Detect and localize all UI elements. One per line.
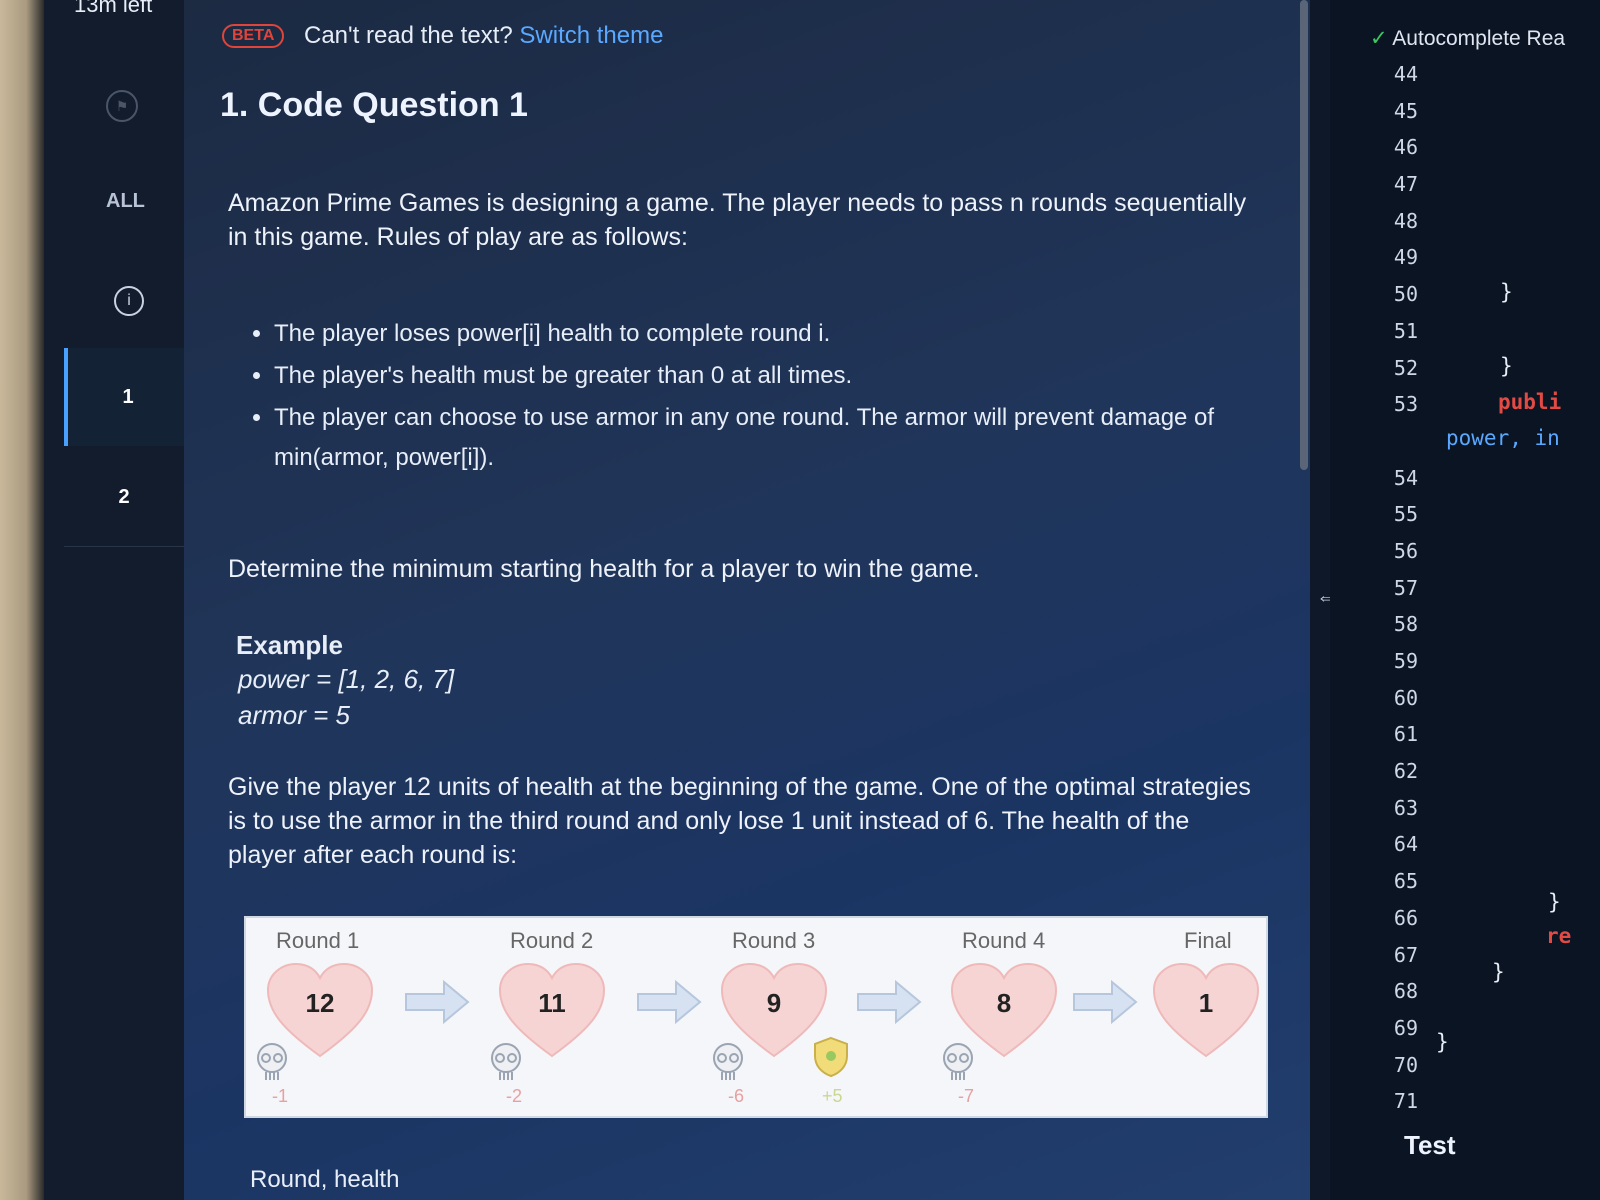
explain-line-1: Give the player 12 units of health at th… — [228, 773, 1251, 801]
health-value: 11 — [538, 988, 566, 1018]
line-number: 65 — [1393, 869, 1418, 894]
skull-icon — [491, 1043, 521, 1080]
beta-badge: BETA — [222, 24, 285, 48]
line-number: 57 — [1393, 575, 1418, 600]
line-number: 46 — [1393, 135, 1418, 160]
line-number: 49 — [1393, 245, 1418, 270]
timer-text: 13m left — [74, 0, 153, 17]
code-token: } — [1548, 890, 1561, 914]
line-number: 62 — [1393, 759, 1418, 784]
line-number: 55 — [1393, 502, 1418, 527]
damage-value: -7 — [958, 1086, 975, 1106]
line-number: 48 — [1393, 208, 1418, 233]
task-text: Determine the minimum starting health fo… — [228, 555, 980, 583]
line-number: 68 — [1393, 979, 1418, 1004]
intro-line-1: Amazon Prime Games is designing a game. … — [228, 189, 1247, 217]
round-health-label: Round, health — [250, 1166, 400, 1193]
line-number: 66 — [1393, 905, 1418, 930]
round-label: Round 2 — [510, 928, 594, 953]
line-number: 45 — [1393, 98, 1418, 123]
question-sidebar: 13m left ⚑ ALL i 1 2 — [44, 0, 188, 1200]
line-number: 64 — [1393, 832, 1418, 857]
damage-value: -2 — [506, 1086, 523, 1106]
damage-value: -6 — [728, 1086, 745, 1106]
theme-hint: Can't read the text? Switch theme — [304, 22, 663, 50]
line-number: 61 — [1393, 722, 1418, 747]
question-title: 1. Code Question 1 — [220, 86, 528, 124]
line-number: 58 — [1393, 612, 1418, 637]
line-number: 54 — [1393, 465, 1418, 490]
arrow-right-icon — [405, 980, 470, 1024]
health-value: 1 — [1198, 988, 1214, 1018]
switch-theme-link[interactable]: Switch theme — [519, 22, 663, 49]
autocomplete-toggle[interactable]: ✓ Autocomplete Rea — [1370, 26, 1565, 51]
line-number: 63 — [1393, 795, 1418, 820]
code-token: } — [1492, 960, 1505, 984]
intro-line-2: in this game. Rules of play are as follo… — [228, 223, 688, 251]
monitor-bezel — [0, 0, 44, 1200]
skull-icon — [713, 1043, 743, 1080]
code-editor[interactable]: ✓ Autocomplete Rea 44 45 46 47 48 49 50 … — [1330, 0, 1600, 1200]
health-value: 8 — [996, 988, 1012, 1018]
question-panel: BETA Can't read the text? Switch theme 1… — [184, 0, 1310, 1200]
line-number: 56 — [1393, 538, 1418, 563]
info-icon[interactable]: i — [114, 286, 144, 316]
code-token: power, in — [1446, 426, 1560, 450]
round-label: Round 4 — [962, 928, 1046, 953]
question-1-tab[interactable]: 1 — [64, 348, 188, 446]
autocomplete-label: Autocomplete Rea — [1392, 27, 1566, 50]
code-token: } — [1500, 280, 1513, 304]
damage-value: -1 — [272, 1086, 289, 1106]
rule-item: The player can choose to use armor in an… — [274, 398, 1274, 478]
example-power: power = [1, 2, 6, 7] — [238, 664, 455, 694]
round-label: Round 3 — [732, 928, 816, 953]
arrow-right-icon — [637, 980, 702, 1024]
line-number: 51 — [1393, 318, 1418, 343]
line-number: 67 — [1393, 942, 1418, 967]
line-number: 44 — [1393, 62, 1418, 86]
code-token: } — [1436, 1030, 1449, 1054]
rule-item: The player's health must be greater than… — [274, 356, 1274, 396]
flag-icon[interactable]: ⚑ — [106, 90, 138, 122]
line-number: 69 — [1393, 1015, 1418, 1040]
line-number: 71 — [1393, 1089, 1418, 1114]
skull-icon — [257, 1043, 287, 1080]
line-numbers: 44 45 46 47 48 49 50 51 52 53 54 55 56 5… — [1368, 56, 1418, 1120]
question-scrollbar[interactable] — [1300, 0, 1308, 470]
line-number: 47 — [1393, 172, 1418, 197]
theme-hint-text: Can't read the text? — [304, 22, 513, 49]
rules-list: The player loses power[i] health to comp… — [244, 314, 1274, 480]
line-number — [1368, 423, 1418, 460]
round-label: Round 1 — [276, 928, 360, 953]
armor-bonus: +5 — [822, 1086, 843, 1106]
line-number: 50 — [1393, 282, 1418, 307]
shield-icon — [814, 1036, 848, 1078]
round-label: Final — [1184, 928, 1232, 953]
code-token: } — [1500, 354, 1513, 378]
skull-icon — [943, 1043, 973, 1080]
heart-icon: 1 — [1150, 960, 1262, 1060]
nav-all[interactable]: ALL — [106, 190, 145, 213]
code-token: re — [1546, 924, 1572, 948]
line-number: 53 — [1393, 392, 1418, 417]
code-token: publi — [1498, 390, 1562, 414]
check-icon: ✓ — [1370, 27, 1388, 50]
rounds-diagram: Round 1 Round 2 Round 3 Round 4 Final 12… — [244, 916, 1268, 1118]
line-number: 52 — [1393, 355, 1418, 380]
health-value: 9 — [766, 988, 782, 1018]
example-armor: armor = 5 — [238, 700, 350, 730]
explain-line-3: player after each round is: — [228, 841, 518, 869]
line-number: 70 — [1393, 1052, 1418, 1077]
arrow-right-icon — [857, 980, 922, 1024]
line-number: 60 — [1393, 685, 1418, 710]
test-tab[interactable]: Test — [1404, 1130, 1456, 1161]
health-value: 12 — [305, 988, 335, 1018]
line-number: 59 — [1393, 649, 1418, 673]
explain-line-2: is to use the armor in the third round a… — [228, 807, 1190, 835]
rule-item: The player loses power[i] health to comp… — [274, 314, 1274, 354]
question-2-tab[interactable]: 2 — [64, 448, 184, 547]
arrow-right-icon — [1073, 980, 1138, 1024]
example-title: Example — [236, 630, 343, 660]
